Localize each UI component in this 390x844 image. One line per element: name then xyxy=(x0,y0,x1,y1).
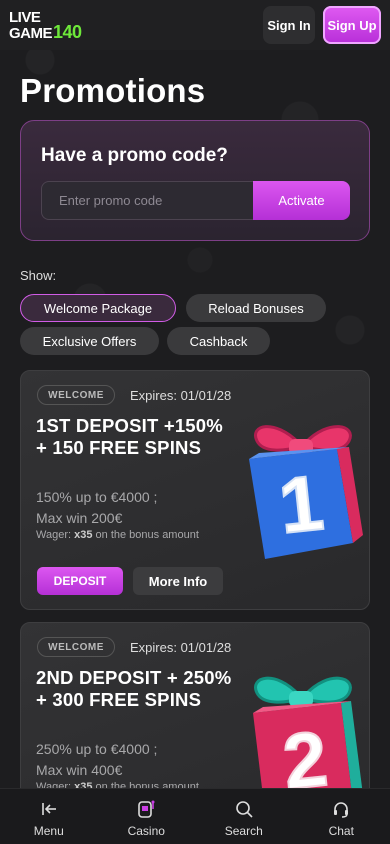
nav-label: Search xyxy=(224,824,263,838)
more-info-button[interactable]: More Info xyxy=(133,567,223,595)
nav-label: Chat xyxy=(328,824,354,838)
nav-casino[interactable]: Casino xyxy=(98,789,196,844)
logo-line2: GAME xyxy=(9,24,53,42)
slot-machine-icon xyxy=(138,800,155,818)
sign-in-button[interactable]: Sign In xyxy=(263,6,315,44)
expiry-date: Expires: 01/01/28 xyxy=(130,640,232,655)
deposit-button[interactable]: DEPOSIT xyxy=(37,567,123,595)
filter-label: Show: xyxy=(20,268,57,283)
expiry-date: Expires: 01/01/28 xyxy=(130,388,232,403)
filter-chip-cashback[interactable]: Cashback xyxy=(167,327,270,355)
nav-search[interactable]: Search xyxy=(195,789,293,844)
card-maxwin-line: Max win 200€ xyxy=(36,510,123,526)
filter-chip-exclusive-offers[interactable]: Exclusive Offers xyxy=(20,327,159,355)
card-title: 2ND DEPOSIT + 250% + 300 FREE SPINS xyxy=(36,667,232,710)
site-logo[interactable]: LIVE GAME 140 xyxy=(9,10,82,41)
menu-arrow-icon xyxy=(41,803,56,815)
page-title: Promotions xyxy=(20,72,206,109)
gift-box-1-icon: 1 xyxy=(249,425,363,559)
nav-chat[interactable]: Chat xyxy=(293,789,390,844)
nav-label: Menu xyxy=(33,824,64,838)
bottom-navigation: Menu Casino Search Chat xyxy=(0,788,390,844)
filter-chip-reload-bonuses[interactable]: Reload Bonuses xyxy=(186,294,326,322)
activate-button[interactable]: Activate xyxy=(253,181,350,220)
svg-text:1: 1 xyxy=(275,458,327,550)
nav-label: Casino xyxy=(127,824,165,838)
promo-title: Have a promo code? xyxy=(41,145,228,166)
promo-code-input[interactable] xyxy=(41,181,254,220)
welcome-badge: WELCOME xyxy=(37,637,115,657)
welcome-badge: WELCOME xyxy=(37,385,115,405)
nav-menu[interactable]: Menu xyxy=(0,789,98,844)
card-wager: Wager: x35 on the bonus amount xyxy=(36,529,199,541)
sign-up-button[interactable]: Sign Up xyxy=(323,6,381,44)
promo-card-1: WELCOME Expires: 01/01/28 1ST DEPOSIT +1… xyxy=(20,370,370,610)
promo-code-box: Have a promo code? Activate xyxy=(20,120,370,241)
top-header: LIVE GAME 140 Sign In Sign Up xyxy=(0,0,390,50)
card-maxwin-line: Max win 400€ xyxy=(36,762,123,778)
search-icon xyxy=(235,801,253,818)
filter-chip-welcome-package[interactable]: Welcome Package xyxy=(20,294,176,322)
card-bonus-line: 150% up to €4000 ; xyxy=(36,489,158,505)
logo-number: 140 xyxy=(53,21,82,42)
card-bonus-line: 250% up to €4000 ; xyxy=(36,741,158,757)
headset-icon xyxy=(334,802,349,818)
card-title: 1ST DEPOSIT +150% + 150 FREE SPINS xyxy=(36,415,223,458)
